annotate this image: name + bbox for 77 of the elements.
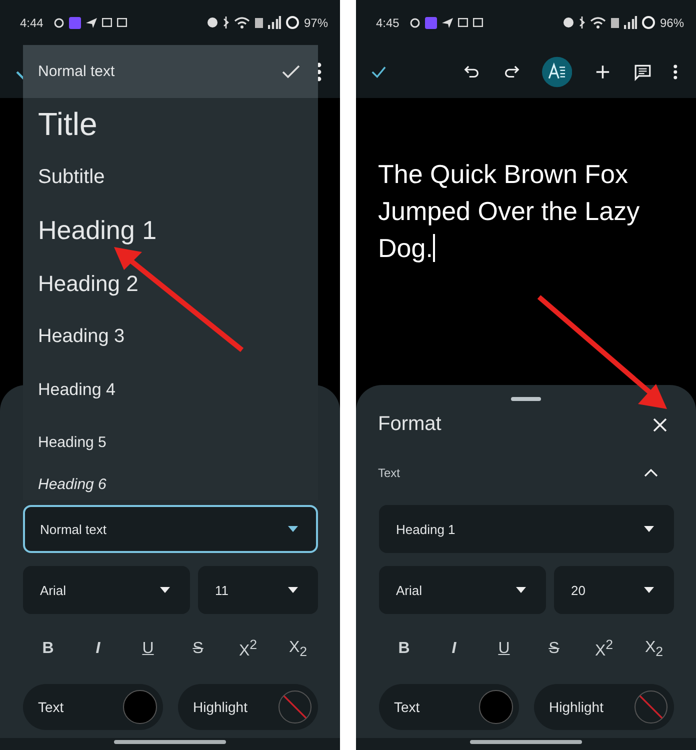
font-size-dropdown[interactable]: 20 bbox=[554, 566, 674, 614]
font-dropdown[interactable]: Arial bbox=[23, 566, 190, 614]
font-dropdown[interactable]: Arial bbox=[379, 566, 546, 614]
navigation-handle[interactable] bbox=[470, 740, 582, 744]
sheet-title: Format bbox=[378, 413, 442, 436]
style-option[interactable]: Heading 3 bbox=[23, 310, 318, 363]
window-icon bbox=[458, 18, 468, 27]
battery-level: 96% bbox=[660, 16, 684, 30]
color-picker-button[interactable]: Highlight bbox=[534, 684, 674, 730]
underline-button[interactable]: U bbox=[492, 638, 516, 660]
swatch-label: Text bbox=[394, 699, 420, 715]
style-option[interactable]: Title bbox=[23, 98, 318, 151]
style-option[interactable]: Heading 6 bbox=[23, 469, 318, 500]
sup-button[interactable]: X$^{2}$ bbox=[592, 635, 616, 663]
color-picker-button[interactable]: Text bbox=[379, 684, 519, 730]
status-time: 4:45 bbox=[376, 16, 400, 30]
chat-icon bbox=[410, 18, 420, 28]
sup-button[interactable]: X$^{2}$ bbox=[236, 635, 260, 663]
drag-handle[interactable] bbox=[511, 397, 541, 401]
alarm-icon bbox=[562, 17, 574, 28]
app-notification-icon bbox=[425, 16, 438, 28]
alarm-icon bbox=[206, 17, 218, 28]
sub-button[interactable]: X$_{2}$ bbox=[286, 636, 310, 662]
battery-level: 97% bbox=[304, 16, 328, 30]
font-size-dropdown[interactable]: 11 bbox=[198, 566, 318, 614]
paragraph-style-dropdown[interactable]: Normal text bbox=[23, 505, 318, 553]
window-icon bbox=[473, 18, 484, 27]
dropdown-caret-icon bbox=[644, 587, 654, 593]
dropdown-caret-icon bbox=[160, 587, 170, 593]
app-notification-icon bbox=[69, 16, 82, 28]
status-time: 4:44 bbox=[20, 16, 44, 30]
dropdown-caret-icon bbox=[288, 587, 298, 593]
battery-icon bbox=[286, 16, 299, 29]
battery-icon bbox=[642, 16, 655, 29]
bold-button[interactable]: B bbox=[392, 638, 416, 660]
color-picker-button[interactable]: Highlight bbox=[178, 684, 318, 730]
style-option[interactable]: Heading 2 bbox=[23, 257, 318, 310]
sub-button[interactable]: X$_{2}$ bbox=[642, 636, 666, 662]
chevron-up-icon[interactable] bbox=[644, 469, 658, 477]
underline-button[interactable]: U bbox=[136, 638, 160, 660]
more-options-icon[interactable] bbox=[673, 62, 678, 82]
navigation-handle[interactable] bbox=[114, 740, 226, 744]
no-color-icon bbox=[278, 690, 312, 724]
window-icon bbox=[117, 18, 128, 27]
document-text[interactable]: The Quick Brown Fox Jumped Over the Lazy Dog. bbox=[378, 156, 680, 267]
bluetooth-icon bbox=[578, 16, 585, 29]
dropdown-caret-icon bbox=[288, 526, 298, 532]
dropdown-caret-icon bbox=[644, 526, 654, 532]
signal-icon bbox=[624, 16, 637, 29]
close-icon[interactable] bbox=[652, 416, 668, 432]
wifi-icon bbox=[590, 16, 606, 28]
paragraph-style-dropdown[interactable]: Heading 1 bbox=[379, 505, 674, 553]
chat-icon bbox=[54, 18, 64, 28]
no-color-icon bbox=[634, 690, 668, 724]
window-icon bbox=[102, 18, 112, 27]
send-icon bbox=[442, 18, 454, 28]
section-label: Text bbox=[378, 466, 400, 480]
bluetooth-icon bbox=[222, 16, 229, 29]
dropdown-caret-icon bbox=[516, 587, 526, 593]
send-icon bbox=[86, 18, 98, 28]
signal-icon bbox=[268, 16, 281, 29]
italic-button[interactable]: I bbox=[442, 638, 466, 660]
style-option[interactable]: Heading 5 bbox=[23, 416, 318, 469]
swatch-label: Highlight bbox=[549, 699, 604, 715]
checkmark-icon bbox=[282, 64, 300, 78]
bold-button[interactable]: B bbox=[36, 638, 60, 660]
strike-button[interactable]: S bbox=[542, 638, 566, 660]
strike-button[interactable]: S bbox=[186, 638, 210, 660]
italic-button[interactable]: I bbox=[86, 638, 110, 660]
swatch-label: Text bbox=[38, 699, 64, 715]
style-option[interactable]: Heading 4 bbox=[23, 363, 318, 416]
swatch-label: Highlight bbox=[193, 699, 248, 715]
style-option[interactable]: Normal text bbox=[23, 45, 318, 98]
style-option[interactable]: Heading 1 bbox=[23, 204, 318, 257]
style-option[interactable]: Subtitle bbox=[23, 151, 318, 204]
wifi-icon bbox=[234, 16, 250, 28]
color-picker-button[interactable]: Text bbox=[23, 684, 163, 730]
